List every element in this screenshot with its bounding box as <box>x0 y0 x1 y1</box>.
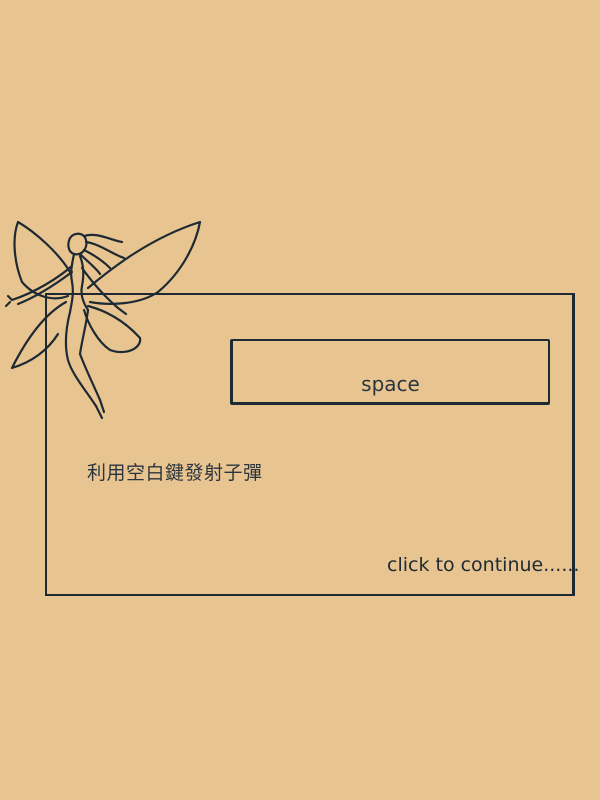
instruction-text: 利用空白鍵發射子彈 <box>87 462 263 484</box>
fairy-icon <box>4 220 202 420</box>
continue-button[interactable]: click to continue...... <box>387 552 579 578</box>
key-name-label: space <box>361 372 420 396</box>
key-hint-box: space <box>230 339 550 405</box>
